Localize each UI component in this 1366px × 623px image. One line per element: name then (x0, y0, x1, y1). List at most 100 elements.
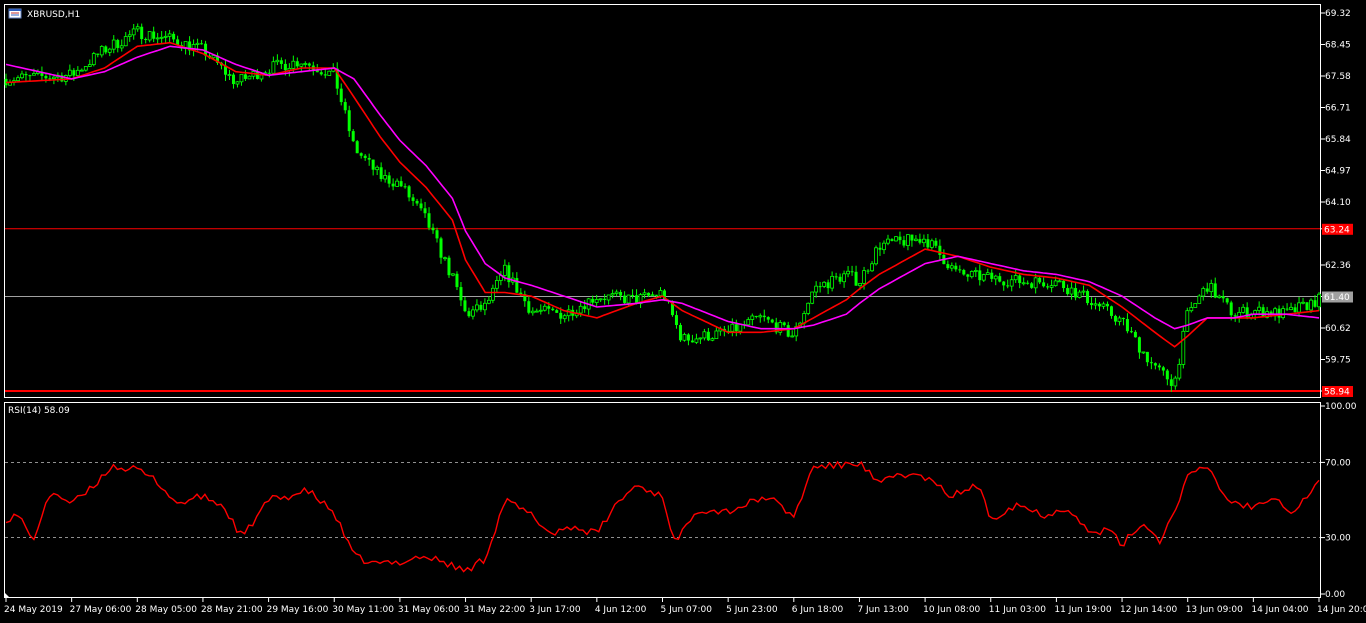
candle-body-bull (922, 238, 926, 244)
time-tick-label: 13 Jun 09:00 (1186, 605, 1243, 615)
candle-body-bull (750, 315, 755, 320)
candle-body-bull (1209, 283, 1214, 293)
chart-window-icon (8, 8, 22, 19)
candle-body-bear (319, 72, 323, 75)
candle-body-bull (375, 166, 380, 171)
candle-body-bear (323, 74, 327, 76)
candle-body-bear (283, 63, 287, 71)
candle-body-bear (954, 265, 958, 270)
candle-body-bull (303, 63, 308, 65)
candle-body-bull (698, 337, 703, 340)
candle-body-bull (111, 39, 116, 50)
candle-body-bear (555, 310, 559, 313)
time-tick-label: 28 May 05:00 (135, 605, 197, 615)
candle-body-bull (327, 70, 332, 76)
candle-body-bull (155, 37, 160, 40)
candle-body-bull (578, 305, 583, 314)
trading-chart-window[interactable]: 69.3268.4567.5866.7165.8464.9764.1063.36… (0, 0, 1366, 619)
candle-body-bull (475, 304, 479, 311)
candle-body-bull (993, 275, 998, 280)
candle-body-bull (383, 175, 388, 180)
candle-body-bear (459, 287, 463, 301)
candle-body-bear (1277, 308, 1281, 318)
candle-body-bear (826, 282, 830, 289)
candle-body-bear (399, 181, 403, 187)
candle-body-bull (483, 302, 487, 311)
candle-body-bear (1313, 300, 1317, 307)
candle-body-bear (339, 88, 343, 103)
candle-body-bear (1285, 308, 1289, 310)
candle-body-bull (83, 66, 88, 71)
rsi-tick-label: 70.00 (1325, 458, 1351, 468)
time-tick-label: 10 Jun 08:00 (923, 605, 980, 615)
candle-body-bear (152, 31, 156, 39)
time-tick-label: 3 Jun 17:00 (529, 605, 581, 615)
candle-body-bull (914, 238, 918, 241)
candle-body-bear (1046, 286, 1050, 288)
candle-body-bull (538, 309, 543, 312)
candle-body-bull (87, 64, 92, 67)
candle-body-bear (1113, 315, 1117, 322)
candle-body-bear (1145, 351, 1149, 363)
candle-body-bull (502, 264, 507, 276)
candle-body-bull (1009, 279, 1014, 287)
symbol-header: XBRUSD,H1 (8, 8, 80, 20)
candle-body-bear (838, 276, 842, 282)
candle-body-bull (862, 270, 866, 284)
candle-body-bull (20, 73, 24, 79)
candle-body-bear (104, 46, 108, 53)
candle-body-bull (594, 299, 599, 303)
candle-body-bear (706, 331, 710, 341)
candle-body-bear (1074, 288, 1078, 298)
candle-body-bear (231, 74, 235, 85)
price-tick-label: 60.62 (1325, 324, 1351, 334)
candle-body-bull (247, 75, 252, 80)
candle-body-bear (1002, 281, 1006, 286)
candle-body-bull (16, 77, 20, 82)
candle-body-bear (1157, 365, 1161, 368)
candle-body-bull (259, 74, 264, 80)
time-tick-label: 7 Jun 13:00 (857, 605, 909, 615)
candle-body-bull (534, 310, 539, 313)
candle-body-bull (147, 31, 152, 41)
time-tick-label: 29 May 16:00 (267, 605, 329, 615)
candle-body-bull (1093, 303, 1098, 306)
candle-body-bear (527, 301, 531, 313)
candle-body-bear (1261, 307, 1265, 318)
candle-body-bear (427, 213, 431, 228)
candle-body-bear (551, 308, 555, 311)
candle-body-bear (978, 270, 982, 281)
candle-body-bear (463, 300, 467, 312)
candle-body-bear (172, 33, 176, 40)
candle-body-bull (610, 293, 615, 296)
candle-body-bull (291, 60, 296, 69)
candle-body-bear (786, 325, 790, 337)
candle-body-bull (107, 48, 112, 53)
candle-body-bear (1161, 367, 1165, 371)
candle-body-bull (1309, 299, 1313, 311)
candle-body-bull (730, 323, 735, 332)
candle-body-bear (766, 317, 770, 320)
price-tick-label: 69.32 (1325, 9, 1351, 19)
candle-body-bear (72, 70, 76, 76)
candle-body-bear (583, 306, 587, 310)
candle-body-bear (866, 270, 870, 272)
candle-body-bear (347, 110, 351, 132)
candle-body-bear (946, 264, 950, 269)
candle-body-bear (435, 230, 439, 239)
candle-body-bull (494, 280, 499, 289)
candle-body-bull (658, 290, 663, 297)
level-badge-label-support: 58.94 (1324, 388, 1350, 398)
candle-body-bear (1149, 362, 1153, 364)
candle-body-bull (451, 273, 455, 276)
candle-body-bear (1205, 288, 1209, 292)
candle-body-bear (359, 153, 363, 156)
candle-body-bull (1141, 351, 1146, 354)
chart-canvas[interactable]: 69.3268.4567.5866.7165.8464.9764.1063.36… (0, 0, 1366, 619)
candle-body-bull (758, 315, 763, 318)
candle-body-bull (195, 42, 200, 45)
candle-body-bear (1030, 283, 1034, 288)
time-tick-label: 31 May 06:00 (398, 605, 460, 615)
candle-body-bull (874, 247, 878, 265)
candle-body-bear (439, 238, 443, 258)
